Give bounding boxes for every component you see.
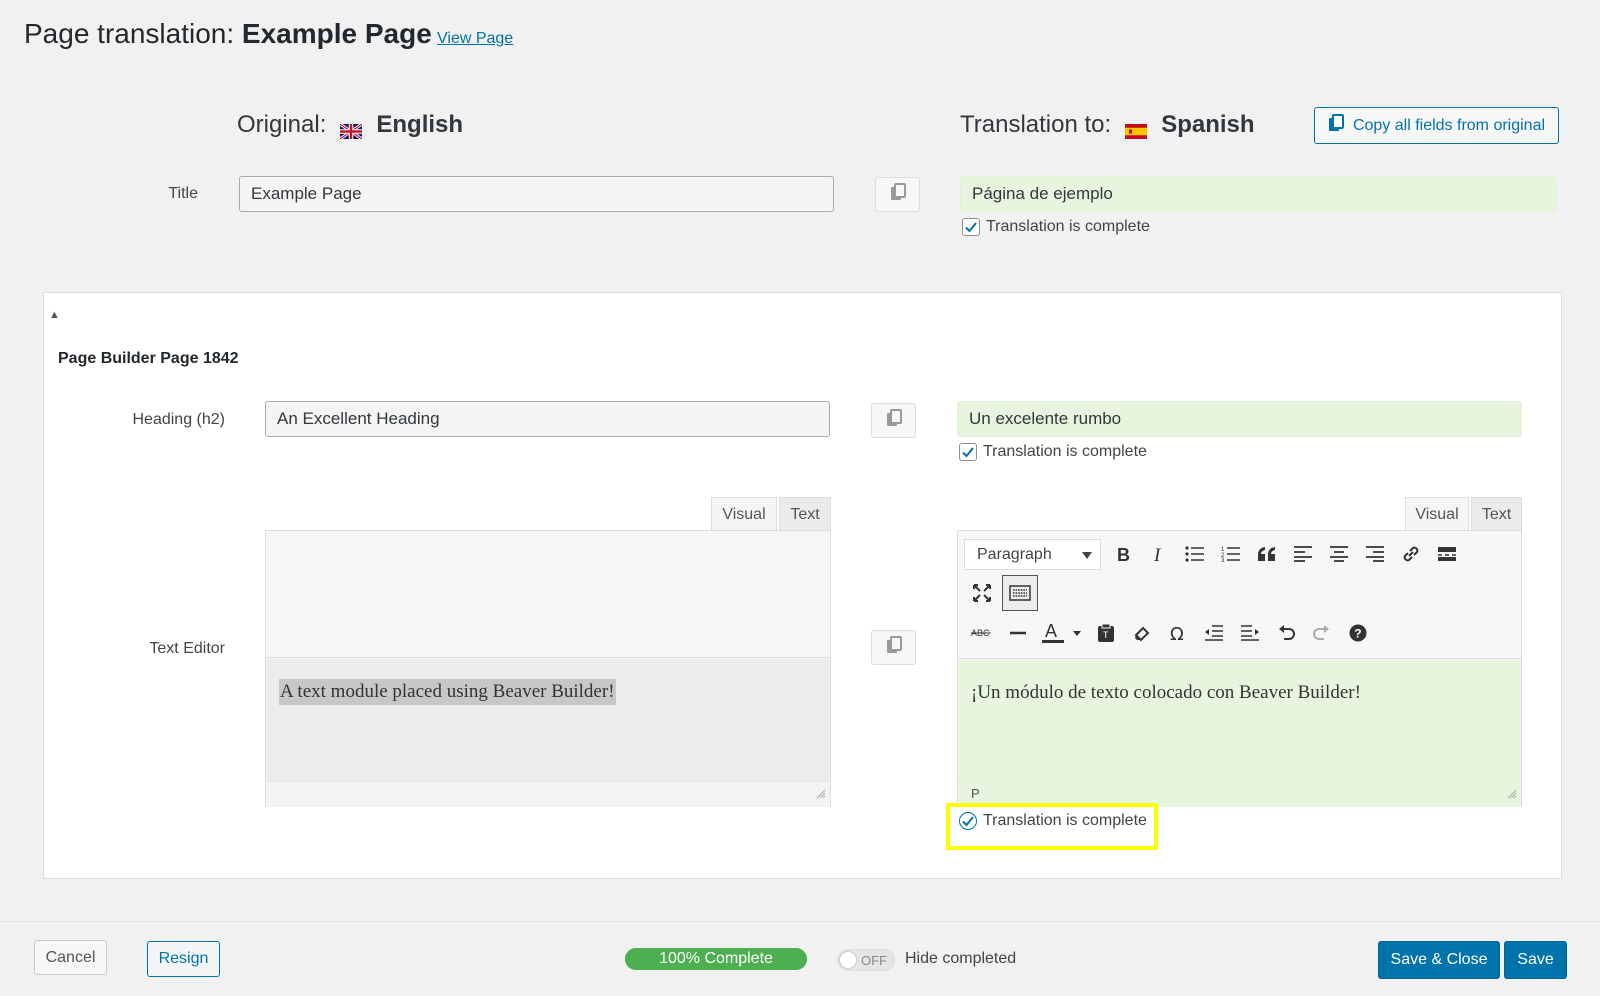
checkmark-icon <box>962 447 974 458</box>
toggle-state-label: OFF <box>861 953 887 968</box>
original-tab-visual[interactable]: Visual <box>711 497 777 531</box>
translation-language-name: Spanish <box>1161 111 1255 138</box>
page-title: Page translation: Example Page <box>24 18 432 49</box>
svg-text:3: 3 <box>1221 558 1225 562</box>
align-right-icon[interactable] <box>1357 536 1393 572</box>
paste-text-icon[interactable]: T <box>1088 615 1124 651</box>
spain-flag-icon <box>1125 118 1148 139</box>
save-and-close-button[interactable]: Save & Close <box>1378 941 1500 979</box>
undo-icon[interactable] <box>1268 615 1304 651</box>
copy-heading-button[interactable] <box>871 403 916 438</box>
original-editor: A text module placed using Beaver Builde… <box>265 530 831 807</box>
align-center-icon[interactable] <box>1321 536 1357 572</box>
title-complete-checkbox[interactable] <box>962 218 980 236</box>
title-translation-input[interactable]: Página de ejemplo <box>960 176 1556 212</box>
heading-original-input: An Excellent Heading <box>265 401 830 437</box>
link-icon[interactable] <box>1393 536 1429 572</box>
heading-complete-checkbox[interactable] <box>959 443 977 461</box>
italic-icon[interactable]: I <box>1141 536 1177 572</box>
title-complete-row[interactable]: Translation is complete <box>962 218 1150 236</box>
translation-editor-content[interactable]: ¡Un módulo de texto colocado con Beaver … <box>958 660 1521 781</box>
original-editor-statusbar <box>266 781 830 807</box>
copy-all-fields-button[interactable]: Copy all fields from original <box>1314 107 1559 144</box>
blockquote-icon[interactable] <box>1249 536 1285 572</box>
special-character-icon[interactable]: Ω <box>1160 615 1196 651</box>
outdent-icon[interactable] <box>1196 615 1232 651</box>
align-left-icon[interactable] <box>1285 536 1321 572</box>
bold-icon[interactable]: B <box>1105 536 1141 572</box>
original-language-name: English <box>376 111 464 138</box>
copy-text-editor-button[interactable] <box>871 630 916 665</box>
toggle-knob <box>840 952 856 968</box>
checkmark-icon <box>965 222 977 233</box>
svg-text:?: ? <box>1354 627 1361 641</box>
redo-icon[interactable] <box>1304 615 1340 651</box>
read-more-icon[interactable] <box>1429 536 1465 572</box>
copy-icon <box>1328 114 1344 137</box>
strikethrough-icon[interactable]: ABC <box>964 615 1000 651</box>
progress-label: 100% Complete <box>659 950 773 967</box>
progress-bar: 100% Complete <box>625 948 807 970</box>
uk-flag-icon <box>339 118 364 140</box>
heading-complete-row[interactable]: Translation is complete <box>959 443 1147 461</box>
svg-text:Ω: Ω <box>1170 624 1184 642</box>
numbered-list-icon[interactable]: 123 <box>1213 536 1249 572</box>
text-editor-field-label: Text Editor <box>149 640 225 657</box>
svg-text:T: T <box>1103 630 1109 640</box>
resize-handle-icon[interactable] <box>1507 786 1517 804</box>
heading-field-label: Heading (h2) <box>132 411 226 428</box>
bullet-list-icon[interactable] <box>1177 536 1213 572</box>
heading-translation-input[interactable]: Un excelente rumbo <box>957 401 1522 437</box>
caret-down-icon <box>1082 546 1092 564</box>
view-page-link[interactable]: View Page <box>437 30 513 48</box>
title-original-input: Example Page <box>239 176 834 212</box>
copy-title-button[interactable] <box>875 177 920 212</box>
highlight-box <box>946 803 1158 850</box>
text-color-icon[interactable]: A <box>1036 615 1088 651</box>
cancel-button[interactable]: Cancel <box>34 940 107 975</box>
save-button[interactable]: Save <box>1504 941 1567 979</box>
hide-completed-label: Hide completed <box>905 950 1017 967</box>
resign-button[interactable]: Resign <box>147 941 220 977</box>
toolbar-toggle-icon[interactable] <box>1002 575 1038 611</box>
hide-completed-toggle[interactable]: OFF <box>837 949 895 971</box>
copy-icon <box>886 636 902 659</box>
element-path[interactable]: P <box>971 786 980 801</box>
original-language-heading: Original: English <box>237 111 464 140</box>
original-tab-text[interactable]: Text <box>779 497 831 531</box>
panel-title: Page Builder Page 1842 <box>58 350 239 367</box>
page-title-name: Example Page <box>241 18 432 49</box>
format-select[interactable]: Paragraph <box>964 539 1101 570</box>
original-editor-content: A text module placed using Beaver Builde… <box>266 659 830 781</box>
translation-editor-text: ¡Un módulo de texto colocado con Beaver … <box>971 682 1361 703</box>
copy-icon <box>890 183 906 206</box>
original-editor-text: A text module placed using Beaver Builde… <box>279 679 616 705</box>
copy-icon <box>886 409 902 432</box>
help-icon[interactable]: ? <box>1340 615 1376 651</box>
translation-tab-text[interactable]: Text <box>1471 497 1522 531</box>
horizontal-line-icon[interactable] <box>1000 615 1036 651</box>
clear-formatting-icon[interactable] <box>1124 615 1160 651</box>
collapse-toggle-icon[interactable]: ▲ <box>49 309 60 321</box>
original-editor-toolbar-area <box>266 531 830 658</box>
translation-editor-toolbar: Paragraph B I 123 ABC A T Ω ? <box>958 531 1521 659</box>
fullscreen-icon[interactable] <box>964 575 1000 611</box>
translation-tab-visual[interactable]: Visual <box>1405 497 1469 531</box>
resize-handle-icon[interactable] <box>816 786 826 804</box>
svg-text:A: A <box>1045 622 1057 641</box>
translation-editor: Paragraph B I 123 ABC A T Ω ? ¡Un módulo… <box>957 530 1522 807</box>
title-field-label: Title <box>168 185 198 202</box>
indent-icon[interactable] <box>1232 615 1268 651</box>
translation-language-heading: Translation to: Spanish <box>960 111 1255 139</box>
svg-text:I: I <box>1153 545 1162 563</box>
svg-text:B: B <box>1117 545 1130 563</box>
